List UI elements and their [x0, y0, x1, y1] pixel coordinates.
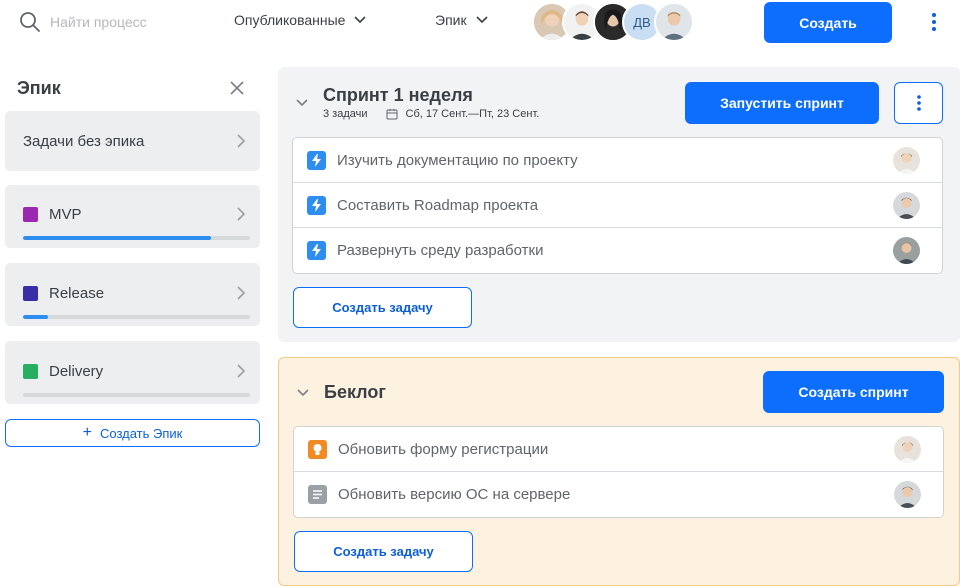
sprint-task-count: 3 задачи [323, 108, 368, 120]
task-title: Изучить документацию по проекту [337, 151, 578, 169]
create-button[interactable]: Создать [764, 2, 892, 43]
top-bar: Опубликованные Эпик ДВ Создать [0, 0, 960, 44]
chevron-right-icon [237, 134, 246, 148]
epic-progress-bar [23, 393, 250, 397]
sprint-dates: Сб, 17 Сент.—Пт, 23 Сент. [405, 108, 540, 120]
epic-item-label: Задачи без эпика [23, 133, 145, 150]
sprint-meta: 3 задачи Сб, 17 Сент.—Пт, 23 Сент. [323, 108, 539, 120]
more-options-icon [916, 95, 921, 111]
create-task-button[interactable]: Создать задачу [293, 287, 472, 328]
epic-item-no-epic[interactable]: Задачи без эпика [5, 111, 260, 171]
create-task-button[interactable]: Создать задачу [294, 531, 473, 572]
epic-color-swatch [23, 207, 38, 222]
lightning-icon [307, 241, 326, 260]
task-row[interactable]: Изучить документацию по проекту [293, 138, 942, 183]
sprint-more-button[interactable] [894, 82, 943, 124]
sprint-panel: Спринт 1 неделя 3 задачи Сб, 17 Сент.—Пт… [278, 67, 960, 342]
assignee-avatar[interactable] [894, 481, 921, 508]
chevron-down-icon [354, 16, 367, 24]
epic-color-swatch [23, 286, 38, 301]
epic-item-label: MVP [49, 206, 82, 223]
lightning-icon [307, 196, 326, 215]
epic-filter-dropdown[interactable]: Эпик [435, 12, 489, 28]
document-icon [308, 485, 327, 504]
assignee-avatar[interactable] [893, 237, 920, 264]
task-title: Составить Roadmap проекта [337, 196, 539, 214]
sprint-task-list: Изучить документацию по проекту Составит… [292, 137, 943, 274]
published-filter-dropdown[interactable]: Опубликованные [234, 12, 367, 28]
lightning-icon [307, 151, 326, 170]
epic-progress-bar [23, 315, 250, 319]
sprint-title: Спринт 1 неделя [323, 85, 473, 105]
assignee-avatar[interactable] [893, 147, 920, 174]
plus-icon: + [82, 424, 92, 441]
epic-item-release[interactable]: Release [5, 263, 260, 326]
epic-item-delivery[interactable]: Delivery [5, 341, 260, 404]
search-input[interactable] [50, 10, 210, 34]
task-title: Развернуть среду разработки [337, 242, 544, 259]
epic-progress-bar [23, 236, 250, 240]
backlog-title: Беклог [324, 382, 386, 402]
close-icon[interactable] [229, 80, 245, 96]
search-icon[interactable] [19, 11, 41, 33]
assignee-avatar[interactable] [894, 436, 921, 463]
task-row[interactable]: Обновить форму регистрации [294, 427, 943, 472]
chevron-right-icon [237, 364, 246, 378]
backlog-panel: Беклог Создать спринт Обновить форму рег… [278, 357, 960, 586]
calendar-icon [386, 109, 398, 120]
epic-filter-label: Эпик [435, 12, 467, 28]
create-epic-button[interactable]: + Создать Эпик [5, 419, 260, 447]
epic-progress-fill [23, 236, 212, 240]
epic-progress-fill [23, 315, 48, 319]
task-title: Обновить версию ОС на сервере [338, 486, 571, 503]
chevron-down-icon [476, 16, 488, 24]
epic-color-swatch [23, 364, 38, 379]
avatar[interactable] [654, 2, 694, 42]
published-filter-label: Опубликованные [234, 12, 346, 28]
assignee-avatar[interactable] [893, 192, 920, 219]
create-epic-label: Создать Эпик [99, 425, 183, 441]
create-sprint-button[interactable]: Создать спринт [763, 371, 944, 413]
task-row[interactable]: Составить Roadmap проекта [293, 183, 942, 228]
chevron-down-icon[interactable] [296, 386, 310, 400]
more-options-icon[interactable] [924, 12, 944, 32]
chevron-right-icon [237, 207, 246, 221]
chevron-right-icon [237, 286, 246, 300]
backlog-task-list: Обновить форму регистрации Обновить верс… [293, 426, 944, 518]
task-row[interactable]: Обновить версию ОС на сервере [294, 472, 943, 517]
start-sprint-button[interactable]: Запустить спринт [685, 82, 879, 124]
task-title: Обновить форму регистрации [338, 440, 549, 458]
epic-item-label: Release [49, 285, 105, 302]
epic-item-mvp[interactable]: MVP [5, 185, 260, 248]
chevron-down-icon[interactable] [295, 96, 309, 110]
task-row[interactable]: Развернуть среду разработки [293, 228, 942, 273]
sidebar-title: Эпик [17, 78, 61, 98]
epic-item-label: Delivery [49, 363, 104, 380]
lightbulb-icon [308, 440, 327, 459]
